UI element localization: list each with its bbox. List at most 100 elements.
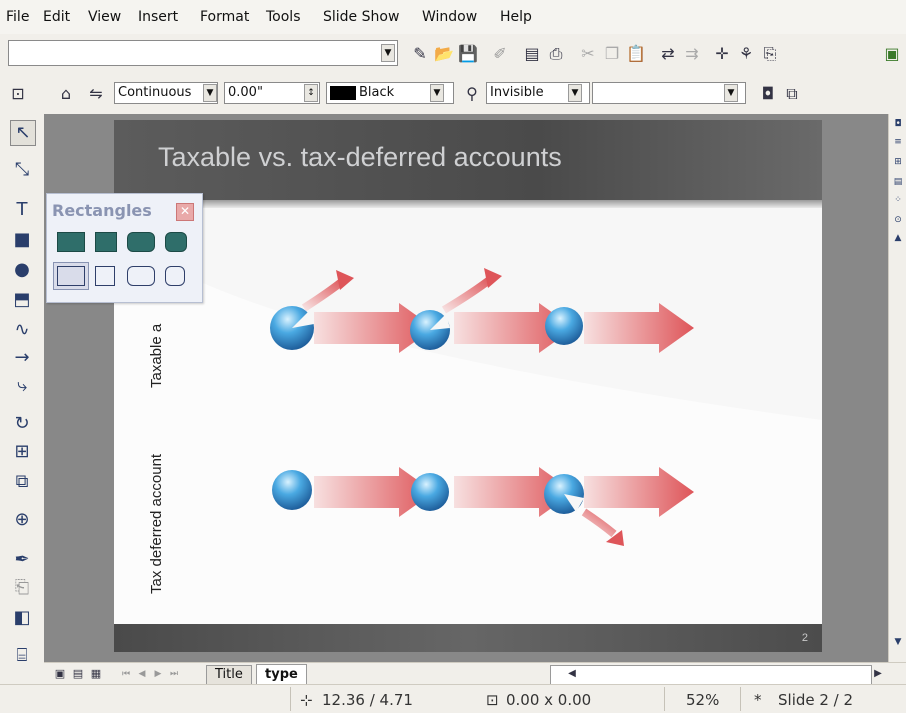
curve-arrow-row1-2	[441, 274, 495, 314]
ungroup-icon[interactable]: ⎗	[10, 576, 34, 600]
copy-icon[interactable]: ❐	[602, 44, 622, 64]
line-color-label: Black	[359, 85, 395, 100]
scroll-down-icon[interactable]: ▼	[892, 636, 904, 648]
export-pdf-icon[interactable]: ▤	[522, 44, 542, 64]
normal-view-icon[interactable]: ▣	[50, 664, 70, 684]
scroll-left-icon[interactable]: ◀	[562, 664, 582, 684]
menu-help[interactable]: Help	[500, 9, 532, 25]
outline-view-icon[interactable]: ≡	[892, 136, 904, 148]
notes-view-icon[interactable]: ▤	[892, 176, 904, 188]
open-folder-icon[interactable]: 📂	[434, 44, 454, 64]
rectangles-palette[interactable]: Rectangles ✕	[46, 193, 203, 303]
area-style-icon[interactable]: ⚲	[462, 84, 482, 104]
area-fill-dropdown-button[interactable]: ▼	[724, 84, 738, 102]
size-icon: ⊡	[486, 691, 499, 709]
rotate-tool-icon[interactable]: ↻	[10, 412, 34, 436]
area-fill-select[interactable]	[592, 82, 746, 104]
rounded-square-filled-icon[interactable]	[165, 232, 187, 252]
rounded-rectangle-filled-icon[interactable]	[127, 232, 155, 252]
curve-arrow-row1-1	[301, 276, 347, 312]
scroll-right-icon[interactable]: ▶	[868, 664, 888, 684]
url-dropdown-button[interactable]: ▼	[381, 44, 395, 62]
rounded-rectangle-outline-icon[interactable]	[127, 266, 155, 286]
ellipse-tool-icon[interactable]: ●	[10, 258, 34, 282]
tab-title[interactable]: Title	[206, 665, 252, 685]
print-icon[interactable]: ⎙	[546, 44, 566, 64]
slide-sorter-icon[interactable]: ⊞	[892, 156, 904, 168]
tab-type[interactable]: type	[256, 664, 307, 686]
presentation-icon[interactable]: ◘	[892, 118, 904, 130]
palette-close-icon[interactable]: ✕	[176, 203, 194, 221]
data-sources-icon[interactable]: ⎘	[760, 44, 780, 64]
position-icon: ⊹	[300, 691, 313, 709]
ball-row2-1	[272, 470, 312, 510]
horizontal-scrollbar[interactable]	[550, 665, 872, 685]
last-tab-icon[interactable]: ⏭	[164, 664, 184, 684]
navigator-icon[interactable]: ✛	[712, 44, 732, 64]
menu-edit[interactable]: Edit	[43, 9, 70, 25]
menu-window[interactable]: Window	[422, 9, 477, 25]
line-color-dropdown-button[interactable]: ▼	[430, 84, 444, 102]
select-arrow-icon[interactable]: ↖	[10, 120, 36, 146]
line-tool-icon[interactable]: →	[10, 346, 34, 370]
cut-icon[interactable]: ✂	[578, 44, 598, 64]
status-separator	[664, 687, 665, 711]
effects-icon[interactable]: ✒	[10, 548, 34, 572]
menu-tools[interactable]: Tools	[266, 9, 301, 25]
line-style-icon[interactable]: ⇋	[86, 84, 106, 104]
palette-title: Rectangles	[52, 201, 152, 220]
image-icon[interactable]: ▣	[882, 44, 902, 64]
line-style-dropdown-button[interactable]: ▼	[203, 84, 217, 102]
scroll-up-icon[interactable]: ▲	[892, 232, 904, 244]
square-filled-icon[interactable]	[95, 232, 117, 252]
layer-view-icon[interactable]: ▦	[86, 664, 106, 684]
row1-label[interactable]: Taxable a	[148, 324, 165, 388]
save-icon[interactable]: 💾	[458, 44, 478, 64]
menu-slide-show[interactable]: Slide Show	[323, 9, 399, 25]
connector-tool-icon[interactable]: ⤷	[10, 374, 34, 398]
slide[interactable]: Taxable vs. tax-deferred accounts Taxabl…	[114, 120, 822, 652]
arrange-icon[interactable]: ⧉	[10, 470, 34, 494]
gallery-icon[interactable]: ⚘	[736, 44, 756, 64]
line-width-stepper[interactable]: ↕	[304, 84, 318, 102]
edit-file-icon[interactable]: ✎	[410, 44, 430, 64]
menu-format[interactable]: Format	[200, 9, 249, 25]
menu-view[interactable]: View	[88, 9, 121, 25]
shadow-icon[interactable]: ◘	[758, 84, 778, 104]
zoom-pan-icon[interactable]: ⤡	[10, 158, 34, 182]
master-view-icon[interactable]: ⊙	[892, 214, 904, 226]
status-position: 12.36 / 4.71	[322, 691, 413, 709]
edit-mode-icon[interactable]: ✐	[490, 44, 510, 64]
rectangle-outline-icon[interactable]	[57, 266, 85, 286]
crop-icon[interactable]: ⧉	[782, 84, 802, 104]
paste-icon[interactable]: 📋	[626, 44, 646, 64]
undo-icon[interactable]: ⇄	[658, 44, 678, 64]
text-tool-icon[interactable]: T	[10, 198, 34, 222]
slide-tab-bar: ▣ ▤ ▦ ⏮ ◀ ▶ ⏭ Title type ◀ ▶	[44, 662, 906, 686]
area-style-dropdown-button[interactable]: ▼	[568, 84, 582, 102]
alignment-icon[interactable]: ⊞	[10, 440, 34, 464]
3d-object-icon[interactable]: ⬒	[10, 288, 34, 312]
3d-effects-icon[interactable]: ◧	[10, 606, 34, 630]
menu-insert[interactable]: Insert	[138, 9, 178, 25]
arrow-row1-3	[584, 303, 694, 353]
slide-show-icon[interactable]: ⌸	[10, 644, 34, 668]
curve-tool-icon[interactable]: ∿	[10, 318, 34, 342]
handout-view-icon[interactable]: ⁘	[892, 194, 904, 206]
insert-icon[interactable]: ⊕	[10, 508, 34, 532]
status-slide: Slide 2 / 2	[778, 691, 854, 709]
rectangle-filled-icon[interactable]	[57, 232, 85, 252]
menu-file[interactable]: File	[6, 9, 29, 25]
rectangle-tool-icon[interactable]: ■	[10, 228, 34, 252]
diagram	[114, 230, 822, 652]
url-combo[interactable]	[8, 40, 398, 66]
rounded-square-outline-icon[interactable]	[165, 266, 185, 286]
row2-label[interactable]: Tax deferred account	[148, 454, 165, 594]
redo-icon[interactable]: ⇉	[682, 44, 702, 64]
select-points-icon[interactable]: ⊡	[8, 84, 28, 104]
status-zoom[interactable]: 52%	[686, 691, 719, 709]
ball-row2-2	[411, 473, 449, 511]
master-page-icon[interactable]: ▤	[68, 664, 88, 684]
line-end-icon[interactable]: ⌂	[56, 84, 76, 104]
square-outline-icon[interactable]	[95, 266, 115, 286]
